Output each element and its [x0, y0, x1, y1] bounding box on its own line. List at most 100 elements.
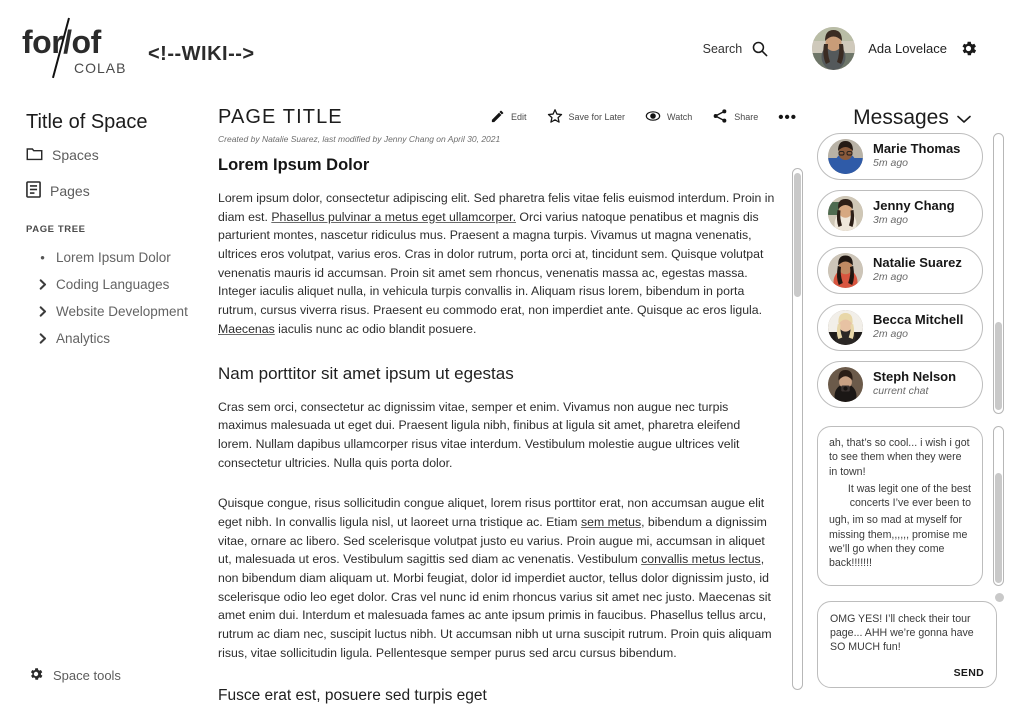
contact-name: Steph Nelson	[873, 369, 957, 385]
star-icon	[547, 108, 563, 126]
sidebar-item-pages[interactable]: Pages	[26, 181, 90, 201]
avatar	[828, 310, 863, 345]
chat-transcript: ah, that’s so cool... i wish i got to se…	[817, 426, 983, 586]
tree-item-coding-languages[interactable]: Coding Languages	[38, 271, 198, 298]
contact-name: Natalie Suarez	[873, 255, 962, 271]
share-button[interactable]: Share	[712, 108, 758, 126]
gear-icon	[28, 666, 44, 685]
chevron-down-icon[interactable]	[957, 106, 971, 130]
avatar	[828, 139, 863, 174]
messages-header[interactable]: Messages	[800, 106, 1024, 130]
section-heading: Lorem Ipsum Dolor	[218, 156, 370, 174]
space-tools-button[interactable]: Space tools	[28, 666, 121, 685]
edit-button[interactable]: Edit	[490, 109, 527, 126]
message-input[interactable]: OMG YES! I’ll check their tour page... A…	[830, 612, 984, 654]
avatar	[828, 253, 863, 288]
chevron-right-icon[interactable]	[38, 279, 47, 290]
space-tools-label: Space tools	[53, 668, 121, 683]
contact-time: 3m ago	[873, 214, 909, 227]
list-item[interactable]: Jenny Chang 3m ago	[817, 190, 983, 237]
sidebar: Title of Space Spaces Pages PAGE TREE • …	[0, 96, 200, 711]
chat-message: ugh, im so mad at myself for missing the…	[829, 514, 968, 570]
app-header: for/of COLAB <!--WIKI--> Search	[0, 0, 1024, 96]
page-tree-label: PAGE TREE	[26, 224, 86, 235]
list-item[interactable]: Becca Mitchell 2m ago	[817, 304, 983, 351]
messages-title: Messages	[853, 106, 949, 129]
action-label: Watch	[667, 112, 693, 122]
bullet-icon: •	[40, 250, 45, 265]
messages-panel: Messages Marie Thomas 5m ago Jenny Chang…	[800, 96, 1024, 711]
contact-info: Becca Mitchell 2m ago	[873, 312, 964, 342]
chat-scrollbar[interactable]	[993, 426, 1004, 586]
list-item[interactable]: Marie Thomas 5m ago	[817, 133, 983, 180]
contact-info: Steph Nelson current chat	[873, 369, 957, 399]
logo[interactable]: for/of COLAB	[22, 17, 142, 82]
sidebar-item-label: Pages	[50, 183, 90, 199]
chevron-right-icon[interactable]	[38, 306, 47, 317]
watch-button[interactable]: Watch	[645, 108, 692, 126]
contact-name: Marie Thomas	[873, 141, 961, 157]
action-label: Share	[734, 112, 759, 122]
ellipsis-icon: •••	[778, 108, 797, 126]
wiki-app: for/of COLAB <!--WIKI--> Search	[0, 0, 1024, 711]
article-body: Lorem Ipsum Dolor Lorem ipsum dolor, con…	[218, 152, 776, 704]
page-byline: Created by Natalie Suarez, last modified…	[218, 134, 501, 144]
gear-icon[interactable]	[959, 39, 978, 58]
tree-item-website-development[interactable]: Website Development	[38, 298, 198, 325]
document-icon	[26, 181, 41, 201]
eye-icon	[645, 108, 661, 126]
section-paragraph: Cras sem orci, consectetur ac dignissim …	[218, 399, 741, 470]
message-compose-box[interactable]: OMG YES! I’ll check their tour page... A…	[817, 601, 997, 688]
section-paragraph: Quisque congue, risus sollicitudin congu…	[218, 496, 772, 660]
send-button[interactable]: SEND	[954, 667, 984, 679]
search-label: Search	[702, 41, 743, 56]
contact-info: Natalie Suarez 2m ago	[873, 255, 962, 285]
avatar	[828, 367, 863, 402]
tree-item-label: Website Development	[56, 304, 188, 319]
list-item[interactable]: Natalie Suarez 2m ago	[817, 247, 983, 294]
page-tree: • Lorem Ipsum Dolor Coding Languages Web…	[38, 244, 198, 352]
search-button[interactable]: Search	[703, 40, 769, 57]
user-name-label: Ada Lovelace	[868, 41, 947, 56]
tree-item-analytics[interactable]: Analytics	[38, 325, 198, 352]
contacts-scrollbar-thumb[interactable]	[995, 322, 1002, 410]
tree-item-label: Coding Languages	[56, 277, 170, 292]
section-heading: Fusce erat est, posuere sed turpis eget	[218, 687, 487, 704]
contact-name: Jenny Chang	[873, 198, 955, 214]
contact-time: 5m ago	[873, 157, 909, 170]
contact-time: 2m ago	[873, 271, 909, 284]
sidebar-item-label: Spaces	[52, 147, 99, 163]
contact-info: Marie Thomas 5m ago	[873, 141, 961, 171]
section-heading: Nam porttitor sit amet ipsum ut egestas	[218, 363, 514, 383]
avatar	[828, 196, 863, 231]
page-actions-toolbar: Edit Save for Later Watch Share •••	[490, 108, 797, 126]
main-content: PAGE TITLE Created by Natalie Suarez, la…	[200, 96, 803, 711]
wiki-tag: <!--WIKI-->	[148, 43, 255, 65]
contacts-list: Marie Thomas 5m ago Jenny Chang 3m ago N…	[817, 133, 983, 418]
logo-sub-text: COLAB	[74, 60, 127, 76]
compose-scroll-dot	[995, 593, 1004, 602]
contact-time: current chat	[873, 385, 929, 398]
tree-item-label: Lorem Ipsum Dolor	[56, 250, 171, 265]
save-for-later-button[interactable]: Save for Later	[547, 108, 625, 126]
chat-message: ah, that’s so cool... i wish i got to se…	[829, 437, 970, 478]
tree-item-label: Analytics	[56, 331, 111, 346]
avatar-image	[812, 27, 856, 70]
folder-icon	[26, 146, 43, 164]
contact-name: Becca Mitchell	[873, 312, 964, 328]
sidebar-item-spaces[interactable]: Spaces	[26, 146, 99, 164]
more-options-button[interactable]: •••	[778, 110, 797, 125]
contacts-scrollbar[interactable]	[993, 133, 1004, 414]
search-icon[interactable]	[751, 40, 768, 57]
tree-item-lorem-ipsum-dolor[interactable]: • Lorem Ipsum Dolor	[38, 244, 198, 271]
pencil-icon	[490, 109, 505, 126]
share-icon	[712, 108, 728, 126]
header-right-group: Search Ada Lovelace	[703, 27, 978, 70]
chevron-right-icon[interactable]	[38, 333, 47, 344]
contact-info: Jenny Chang 3m ago	[873, 198, 955, 228]
avatar[interactable]	[812, 27, 856, 70]
list-item[interactable]: Steph Nelson current chat	[817, 361, 983, 408]
section-paragraph: Lorem ipsum dolor, consectetur adipiscin…	[218, 191, 775, 336]
chat-scrollbar-thumb[interactable]	[995, 473, 1002, 583]
action-label: Edit	[510, 112, 527, 122]
